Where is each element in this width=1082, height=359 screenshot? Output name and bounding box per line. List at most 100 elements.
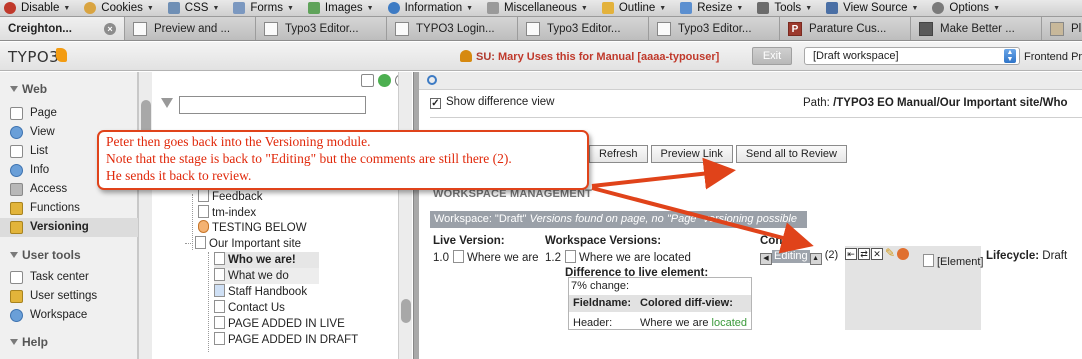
browser-tab[interactable]: Creighton... × bbox=[0, 17, 125, 40]
stage-back-icon[interactable]: ◀ bbox=[760, 253, 772, 265]
cookies-icon bbox=[84, 2, 97, 14]
element-icon bbox=[923, 254, 934, 267]
divider bbox=[430, 117, 1082, 118]
tree-item-page-added-in-live[interactable]: PAGE ADDED IN LIVE bbox=[214, 316, 345, 332]
scrollbar-thumb[interactable] bbox=[401, 299, 411, 323]
module-item-versioning[interactable]: Versioning bbox=[0, 218, 138, 237]
module-item-user-settings[interactable]: User settings bbox=[0, 287, 138, 306]
refresh-button[interactable]: Refresh bbox=[589, 145, 648, 163]
preview-link-button[interactable]: Preview Link bbox=[650, 145, 733, 163]
devbar-resize-menu[interactable]: Resize ▼ bbox=[680, 2, 743, 14]
module-item-functions[interactable]: Functions bbox=[0, 199, 138, 218]
chevron-down-icon: ▼ bbox=[659, 4, 667, 12]
page-icon bbox=[214, 268, 225, 281]
page-icon bbox=[214, 252, 225, 265]
view-icon bbox=[10, 126, 23, 139]
devbar-forms-menu[interactable]: Forms ▼ bbox=[233, 2, 294, 14]
module-menu-scrollbar[interactable] bbox=[138, 72, 152, 359]
devbar-view-source-menu[interactable]: View Source ▼ bbox=[826, 2, 918, 14]
publish-icon[interactable]: ⇤ bbox=[845, 248, 857, 260]
devbar-css-menu[interactable]: CSS ▼ bbox=[167, 2, 219, 14]
stage-control: ◀ Editing ▲ (2) bbox=[760, 249, 838, 265]
module-group-user-tools[interactable]: User tools bbox=[0, 246, 138, 264]
devbar-cookies-menu[interactable]: Cookies ▼ bbox=[84, 2, 154, 14]
select-arrows-icon: ▲ ▼ bbox=[1004, 49, 1016, 63]
browser-tab[interactable]: TYPO3 Login... bbox=[387, 17, 518, 40]
page-shortcut-icon bbox=[198, 220, 209, 233]
tree-collapse-icon[interactable] bbox=[185, 243, 193, 244]
browser-tab[interactable]: Typo3 Editor... bbox=[649, 17, 780, 40]
chevron-down-icon: ▼ bbox=[286, 4, 294, 12]
page-favicon-icon bbox=[526, 22, 540, 36]
page-icon bbox=[453, 250, 464, 263]
site-favicon-icon bbox=[919, 22, 933, 36]
chevron-down-icon: ▼ bbox=[63, 4, 71, 12]
new-page-icon[interactable] bbox=[361, 74, 374, 87]
developer-toolbar: Disable ▼ Cookies ▼ CSS ▼ Forms ▼ Images ▼ In… bbox=[0, 0, 1082, 17]
devbar-information-menu[interactable]: Information ▼ bbox=[387, 2, 474, 14]
search-icon[interactable] bbox=[427, 75, 437, 85]
devbar-outline-menu[interactable]: Outline ▼ bbox=[601, 2, 667, 14]
browser-tab[interactable]: Preview and ... bbox=[125, 17, 256, 40]
tree-item-what-we-do[interactable]: What we do bbox=[214, 268, 319, 284]
chevron-down-icon: ▼ bbox=[805, 4, 813, 12]
module-item-workspace[interactable]: Workspace bbox=[0, 306, 138, 325]
tree-item-testing-below[interactable]: TESTING BELOW bbox=[198, 220, 307, 236]
comment-count[interactable]: (2) bbox=[825, 249, 838, 261]
refresh-icon[interactable] bbox=[378, 74, 391, 87]
checkbox-checked-icon[interactable]: ✓ bbox=[430, 98, 441, 109]
page-icon bbox=[10, 107, 23, 120]
workspace-select[interactable]: [Draft workspace] ▲ ▼ bbox=[804, 47, 1020, 65]
tree-item-our-important-site[interactable]: Our Important site bbox=[185, 236, 301, 252]
versioning-content: ✓ Show difference view Path: /TYPO3 EO Ma… bbox=[419, 72, 1082, 359]
browser-tab[interactable]: P Parature Cus... bbox=[780, 17, 911, 40]
module-group-web[interactable]: Web bbox=[0, 80, 138, 98]
chevron-down-icon: ▼ bbox=[466, 4, 474, 12]
show-difference-toggle[interactable]: ✓ Show difference view bbox=[430, 96, 554, 109]
devbar-options-menu[interactable]: Options ▼ bbox=[932, 2, 1000, 14]
disable-icon bbox=[4, 2, 16, 14]
stage-forward-icon[interactable]: ▲ bbox=[809, 253, 822, 265]
tree-item-page-added-in-draft[interactable]: PAGE ADDED IN DRAFT bbox=[214, 332, 358, 348]
annotation-callout: Peter then goes back into the Versioning… bbox=[97, 130, 589, 190]
callout-line: He sends it back to review. bbox=[106, 168, 252, 183]
element-link[interactable]: [Element] bbox=[923, 254, 983, 268]
css-icon bbox=[167, 2, 180, 14]
tree-item-who-we-are[interactable]: Who we are! bbox=[214, 252, 319, 268]
frontend-preview-label: Frontend Pr bbox=[1024, 51, 1082, 63]
module-item-task-center[interactable]: Task center bbox=[0, 268, 138, 287]
page-tree-scrollbar[interactable] bbox=[398, 72, 412, 359]
swap-icon[interactable]: ⇄ bbox=[858, 248, 870, 260]
exit-button[interactable]: Exit bbox=[752, 47, 792, 65]
tree-item-tm-index[interactable]: tm-index bbox=[198, 205, 256, 221]
devbar-images-menu[interactable]: Images ▼ bbox=[307, 2, 374, 14]
edit-icon[interactable]: ✎ bbox=[884, 247, 896, 260]
module-menu: Web Page View List Info Access Functions… bbox=[0, 72, 138, 359]
tree-item-feedback[interactable]: Feedback bbox=[198, 189, 263, 205]
chevron-down-icon: ▼ bbox=[580, 4, 588, 12]
browser-tab[interactable]: Pl bbox=[1042, 17, 1082, 40]
module-item-page[interactable]: Page bbox=[0, 104, 138, 123]
page-tree-filter-input[interactable] bbox=[179, 96, 366, 114]
devbar-disable-menu[interactable]: Disable ▼ bbox=[4, 2, 70, 14]
browser-tab[interactable]: Make Better ... bbox=[911, 17, 1042, 40]
live-version-cell[interactable]: 1.0 Where we are bbox=[433, 250, 539, 264]
workspace-version-cell[interactable]: 1.2 Where we are located bbox=[545, 250, 691, 264]
history-icon[interactable] bbox=[897, 248, 909, 260]
devbar-tools-menu[interactable]: Tools ▼ bbox=[757, 2, 812, 14]
browser-tab[interactable]: Typo3 Editor... bbox=[256, 17, 387, 40]
page-icon bbox=[198, 205, 209, 218]
browser-tab[interactable]: Typo3 Editor... bbox=[518, 17, 649, 40]
page-favicon-icon bbox=[264, 22, 278, 36]
collapse-triangle-icon bbox=[10, 339, 18, 345]
diff-value: Where we are located bbox=[640, 317, 748, 329]
close-icon[interactable]: × bbox=[104, 23, 116, 35]
tree-item-contact-us[interactable]: Contact Us bbox=[214, 300, 285, 316]
tree-item-staff-handbook[interactable]: Staff Handbook bbox=[214, 284, 307, 300]
typo3-logo-icon bbox=[56, 48, 67, 62]
page-icon bbox=[198, 189, 209, 202]
devbar-miscellaneous-menu[interactable]: Miscellaneous ▼ bbox=[487, 2, 588, 14]
module-group-help[interactable]: Help bbox=[0, 333, 138, 351]
delete-icon[interactable]: ✕ bbox=[871, 248, 883, 260]
send-all-to-review-button[interactable]: Send all to Review bbox=[735, 145, 847, 163]
